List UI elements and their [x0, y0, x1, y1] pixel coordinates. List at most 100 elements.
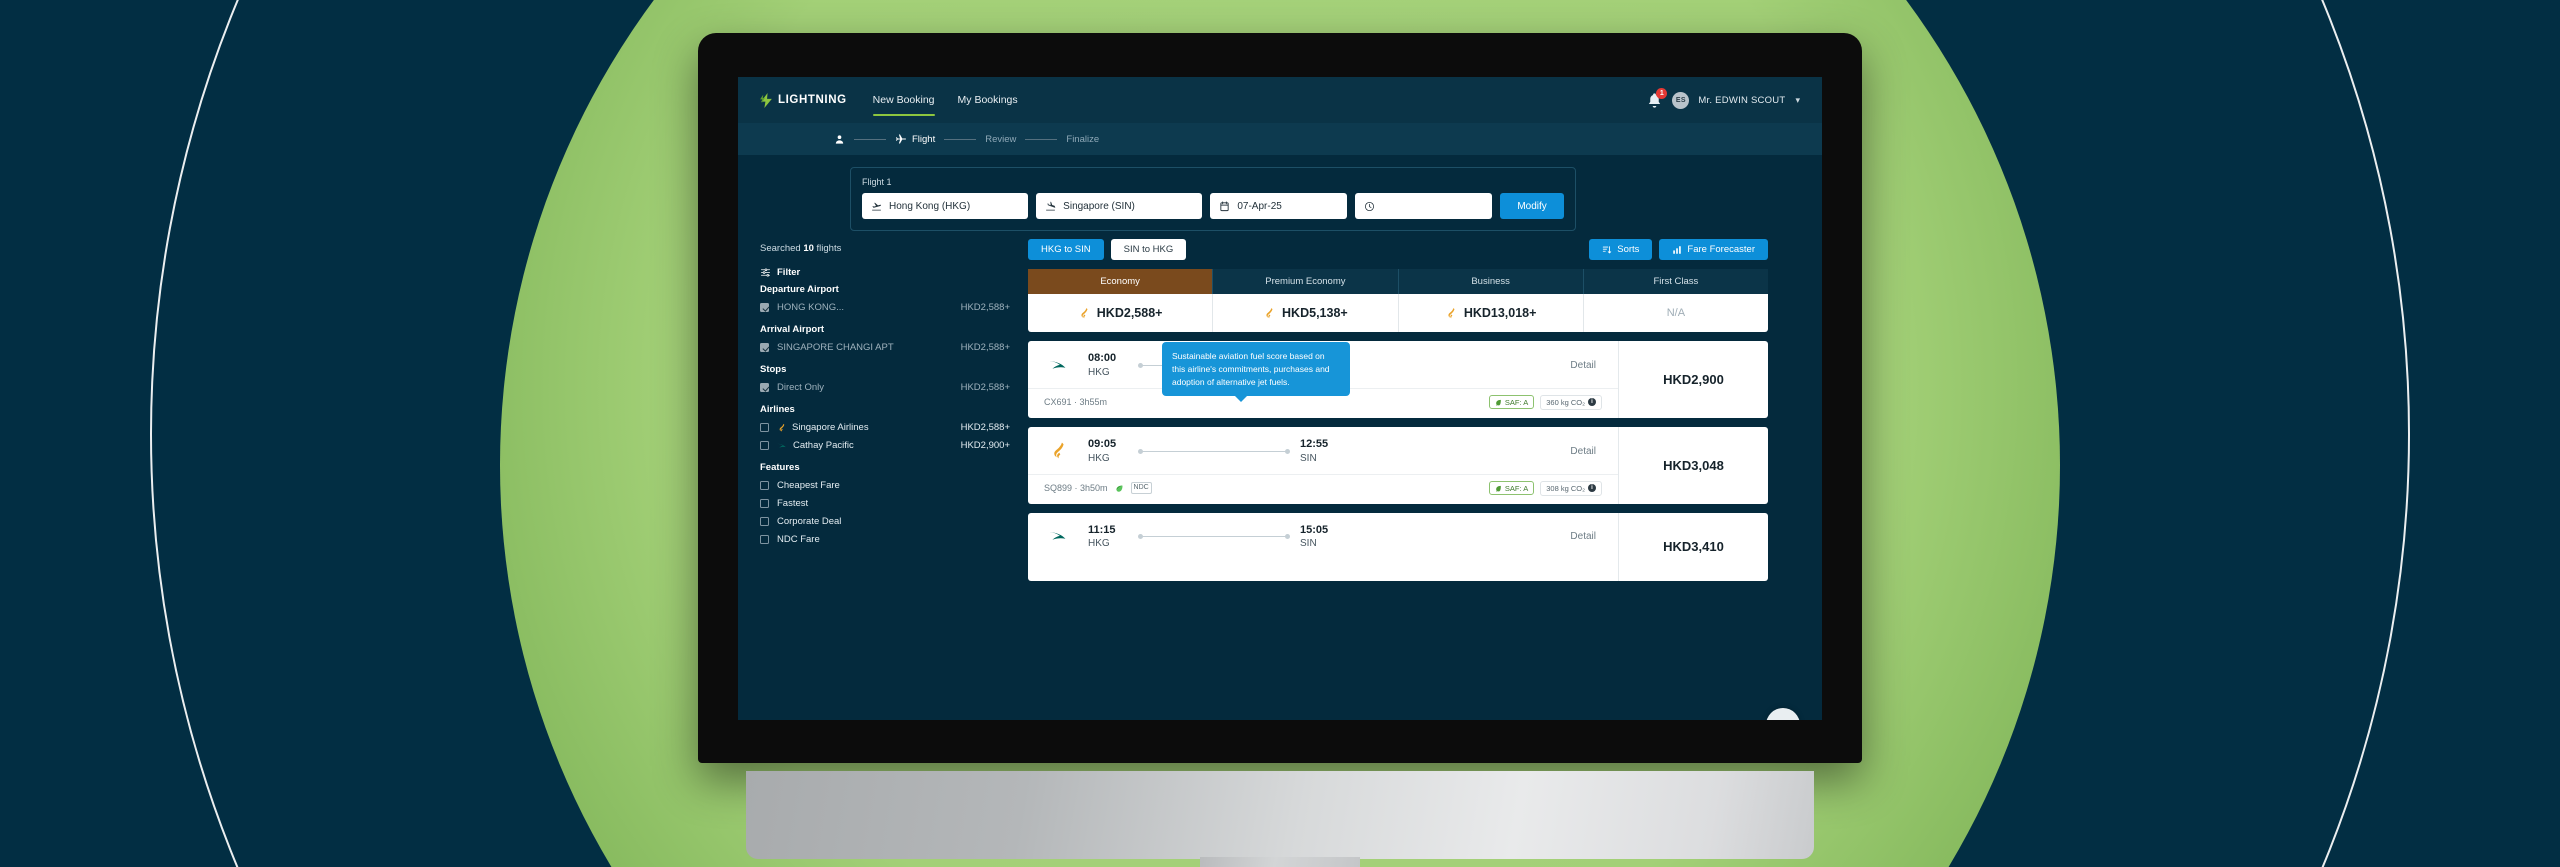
filter-label: Fastest: [777, 498, 809, 509]
nav-link-my-bookings[interactable]: My Bookings: [958, 77, 1018, 123]
cabin-tab-first-class[interactable]: First Class: [1583, 269, 1768, 294]
cabin-tab-business[interactable]: Business: [1398, 269, 1584, 294]
cabin-tab-premium-economy[interactable]: Premium Economy: [1213, 269, 1399, 294]
singapore-airlines-icon: [1054, 442, 1064, 459]
flight-segment-label: Flight 1: [862, 177, 892, 187]
detail-link[interactable]: Detail: [1570, 446, 1596, 457]
singapore-airlines-icon: [779, 423, 785, 432]
chevron-down-icon[interactable]: ▾: [1795, 95, 1800, 106]
arrival-endpoint: 15:05 SIN: [1300, 524, 1340, 551]
filter-header: Filter: [760, 267, 1010, 278]
cabin-price-economy[interactable]: HKD2,588+: [1028, 294, 1214, 332]
departure-time: 08:00: [1088, 352, 1117, 364]
flight-price[interactable]: HKD2,900: [1618, 341, 1768, 418]
flight-number: SQ899 · 3h50m: [1044, 483, 1108, 493]
arrival-time: 15:05: [1300, 523, 1329, 536]
search-fields-row: Hong Kong (HKG) Singapore (SIN) 07-Apr-2…: [862, 193, 1564, 219]
filter-row-ndc-fare[interactable]: NDC Fare: [760, 534, 1010, 545]
flight-price[interactable]: HKD3,048: [1618, 426, 1768, 504]
filter-row-departure-hkg[interactable]: HONG KONG... HKD2,588+: [760, 302, 1010, 313]
detail-link[interactable]: Detail: [1570, 360, 1596, 371]
filter-price: HKD2,588+: [960, 342, 1010, 353]
modify-search-button[interactable]: Modify: [1500, 193, 1564, 219]
checkbox[interactable]: [760, 499, 769, 508]
lightning-bolt-icon: [760, 92, 772, 108]
filter-row-cathay-pacific[interactable]: Cathay Pacific HKD2,900+: [760, 440, 1010, 451]
destination-input[interactable]: Singapore (SIN): [1036, 193, 1203, 219]
saf-tooltip: Sustainable aviation fuel score based on…: [1162, 341, 1350, 403]
leaf-icon: [1116, 485, 1123, 492]
cabin-price-premium-economy[interactable]: HKD5,138+: [1213, 294, 1399, 332]
co2-badge[interactable]: 308 kg CO₂ i: [1540, 480, 1602, 496]
filter-row-cheapest-fare[interactable]: Cheapest Fare: [760, 480, 1010, 491]
search-result-count: Searched 10 flights: [760, 243, 1010, 254]
step-connector: [944, 138, 977, 140]
step-review[interactable]: Review: [985, 134, 1016, 145]
avatar[interactable]: ES: [1672, 91, 1690, 109]
checkbox[interactable]: [760, 535, 769, 544]
flight-segment: 11:15 HKG 15:05 SIN: [1088, 524, 1556, 551]
saf-score-badge[interactable]: SAF: A: [1488, 395, 1535, 410]
floating-support-button[interactable]: [1766, 708, 1800, 720]
notifications-button[interactable]: 1: [1646, 87, 1668, 109]
date-input[interactable]: 07-Apr-25: [1210, 193, 1348, 219]
filters-sidebar: Searched 10 flights Filter Departure Air…: [760, 239, 1010, 581]
checkbox[interactable]: [760, 441, 769, 450]
filter-price: HKD2,588+: [960, 382, 1010, 393]
direction-tab-sin-hkg[interactable]: SIN to HKG: [1110, 239, 1187, 260]
step-traveller[interactable]: [834, 134, 845, 145]
step-finalize[interactable]: Finalize: [1066, 134, 1099, 145]
cathay-pacific-icon: [1048, 532, 1066, 541]
checkbox[interactable]: [760, 481, 769, 490]
searched-count: 10: [803, 243, 814, 254]
filter-label: Singapore Airlines: [792, 422, 869, 433]
flight-number: CX691 · 3h55m: [1044, 397, 1108, 408]
cabin-tab-economy[interactable]: Economy: [1028, 269, 1214, 294]
checkbox[interactable]: [760, 423, 769, 432]
detail-link[interactable]: Detail: [1570, 531, 1596, 542]
cabin-price-first-class[interactable]: N/A: [1584, 294, 1768, 332]
flight-price[interactable]: HKD3,410: [1618, 512, 1768, 581]
fare-forecaster-button[interactable]: Fare Forecaster: [1659, 239, 1768, 260]
filter-row-arrival-sin[interactable]: SINGAPORE CHANGI APT HKD2,588+: [760, 342, 1010, 353]
traveller-icon: [835, 134, 844, 144]
nav-right-cluster: 1 ES Mr. EDWIN SCOUT ▾: [1646, 87, 1800, 109]
filter-label-wrap: Cathay Pacific: [777, 440, 961, 451]
departure-endpoint: 08:00 HKG: [1088, 352, 1128, 379]
step-label: Flight: [912, 133, 936, 145]
brand-logo[interactable]: LIGHTNING: [760, 92, 847, 108]
co2-badge[interactable]: 360 kg CO₂ i: [1540, 394, 1602, 410]
cabin-price-business[interactable]: HKD13,018+: [1399, 294, 1584, 332]
bar-chart-icon: [1673, 245, 1682, 254]
searched-suffix: flights: [813, 243, 842, 254]
filter-row-singapore-airlines[interactable]: Singapore Airlines HKD2,588+: [760, 422, 1010, 433]
saf-score-badge[interactable]: SAF: A: [1488, 481, 1535, 495]
filter-row-direct-only[interactable]: Direct Only HKD2,588+: [760, 382, 1010, 393]
top-navigation-bar: LIGHTNING New Booking My Bookings 1 ES M…: [738, 77, 1822, 123]
filter-label: HONG KONG...: [777, 302, 845, 313]
monitor-screen: LIGHTNING New Booking My Bookings 1 ES M…: [738, 77, 1822, 720]
flight-result-card[interactable]: 08:00 HKG 12:55 SIN Detail: [1028, 341, 1768, 418]
cathay-pacific-icon: [1048, 360, 1066, 369]
filter-row-corporate-deal[interactable]: Corporate Deal: [760, 516, 1010, 527]
info-icon[interactable]: i: [1588, 484, 1596, 492]
filter-row-fastest[interactable]: Fastest: [760, 498, 1010, 509]
checkbox[interactable]: [760, 303, 769, 312]
flight-result-card[interactable]: 09:05 HKG 12:55 SIN Detail SQ899 · 3h50m…: [1028, 426, 1768, 504]
origin-input[interactable]: Hong Kong (HKG): [862, 193, 1029, 219]
checkbox[interactable]: [760, 383, 769, 392]
filter-price: HKD2,588+: [960, 422, 1010, 433]
info-icon[interactable]: i: [1588, 398, 1596, 407]
sorts-button[interactable]: Sorts: [1589, 239, 1653, 260]
checkbox[interactable]: [760, 343, 769, 352]
checkbox[interactable]: [760, 517, 769, 526]
flight-result-card[interactable]: 11:15 HKG 15:05 SIN Detail HKD3,410: [1028, 512, 1768, 581]
direction-tab-hkg-sin[interactable]: HKG to SIN: [1028, 239, 1104, 260]
time-input[interactable]: [1355, 193, 1493, 219]
leaf-icon: [1496, 485, 1501, 492]
arrival-plane-icon: [1046, 201, 1056, 210]
results-panel: HKG to SIN SIN to HKG Sorts Fare Forecas…: [1028, 239, 1768, 581]
step-flight[interactable]: Flight: [895, 133, 935, 145]
nav-link-new-booking[interactable]: New Booking: [872, 77, 935, 123]
airplane-icon: [896, 134, 906, 144]
